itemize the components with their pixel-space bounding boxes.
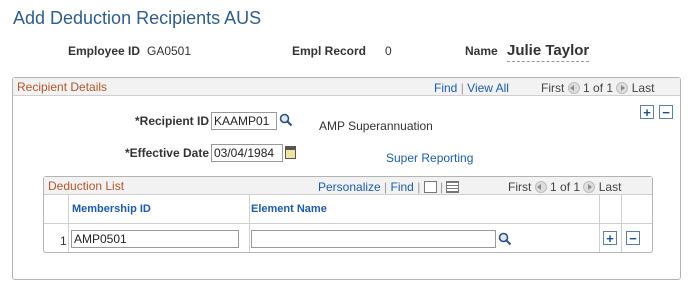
plus-icon: + — [606, 230, 614, 246]
new-window-icon[interactable] — [423, 181, 437, 193]
column-header-element-name[interactable]: Element Name — [251, 203, 327, 215]
calendar-icon[interactable] — [285, 146, 296, 159]
delete-row-button[interactable]: − — [626, 231, 640, 245]
deduction-list-title: Deduction List — [48, 179, 125, 193]
column-divider — [621, 195, 622, 252]
recipient-last-label[interactable]: Last — [632, 81, 655, 95]
recipient-page-indicator: 1 of 1 — [583, 81, 614, 95]
grid-icon[interactable] — [446, 181, 460, 193]
recipient-view-all-link[interactable]: View All — [467, 81, 509, 95]
empl-record-value: 0 — [385, 44, 392, 58]
grid-separator-1: | — [384, 180, 388, 194]
delete-recipient-button[interactable]: − — [659, 105, 673, 119]
minus-icon: − — [629, 230, 637, 246]
grid-page-indicator: 1 of 1 — [550, 180, 581, 194]
recipient-first-label[interactable]: First — [541, 81, 564, 95]
add-row-button[interactable]: + — [603, 231, 617, 245]
recipient-details-title: Recipient Details — [17, 80, 108, 94]
page-title: Add Deduction Recipients AUS — [13, 8, 262, 28]
employee-name-value: Julie Taylor — [507, 42, 590, 62]
grid-separator-3: | — [440, 180, 444, 194]
grid-last-label[interactable]: Last — [599, 180, 622, 194]
effective-date-input[interactable] — [211, 144, 283, 162]
add-recipient-button[interactable]: + — [640, 105, 654, 119]
recipient-id-input[interactable] — [211, 112, 277, 130]
chevron-left-icon[interactable] — [534, 181, 547, 193]
column-divider — [68, 195, 69, 252]
recipient-details-panel: Recipient Details Find | View All First … — [12, 77, 681, 280]
column-divider — [599, 195, 600, 252]
plus-icon: + — [643, 104, 651, 120]
recipient-details-header: Recipient Details Find | View All First … — [13, 78, 680, 96]
header-row-divider — [44, 223, 652, 224]
magnifier-icon[interactable] — [498, 232, 512, 246]
deduction-list-header: Deduction List Personalize | Find | | Fi… — [44, 177, 652, 195]
chevron-left-icon[interactable] — [567, 82, 580, 94]
row-number: 1 — [60, 234, 67, 248]
grid-separator-2: | — [417, 180, 421, 194]
recipient-find-link[interactable]: Find — [434, 81, 457, 95]
empl-record-label: Empl Record — [292, 44, 367, 58]
minus-icon: − — [662, 104, 670, 120]
recipient-id-label: *Recipient ID — [134, 114, 209, 128]
recipient-separator: | — [460, 81, 464, 95]
chevron-right-icon[interactable] — [583, 181, 596, 193]
column-divider — [249, 195, 250, 252]
grid-first-label[interactable]: First — [508, 180, 531, 194]
element-name-input[interactable] — [251, 230, 496, 248]
magnifier-icon[interactable] — [279, 113, 293, 127]
deduction-list-grid: Deduction List Personalize | Find | | Fi… — [43, 176, 653, 253]
employee-id-value: GA0501 — [147, 44, 192, 58]
employee-id-label: Employee ID — [68, 44, 141, 58]
super-reporting-link[interactable]: Super Reporting — [386, 151, 473, 165]
column-header-membership-id[interactable]: Membership ID — [72, 203, 151, 215]
effective-date-label: *Effective Date — [124, 146, 209, 160]
name-label: Name — [465, 44, 498, 58]
grid-find-link[interactable]: Find — [391, 180, 414, 194]
chevron-right-icon[interactable] — [616, 82, 629, 94]
membership-id-input[interactable] — [71, 230, 239, 248]
recipient-name-text: AMP Superannuation — [319, 119, 433, 133]
personalize-link[interactable]: Personalize — [318, 180, 381, 194]
